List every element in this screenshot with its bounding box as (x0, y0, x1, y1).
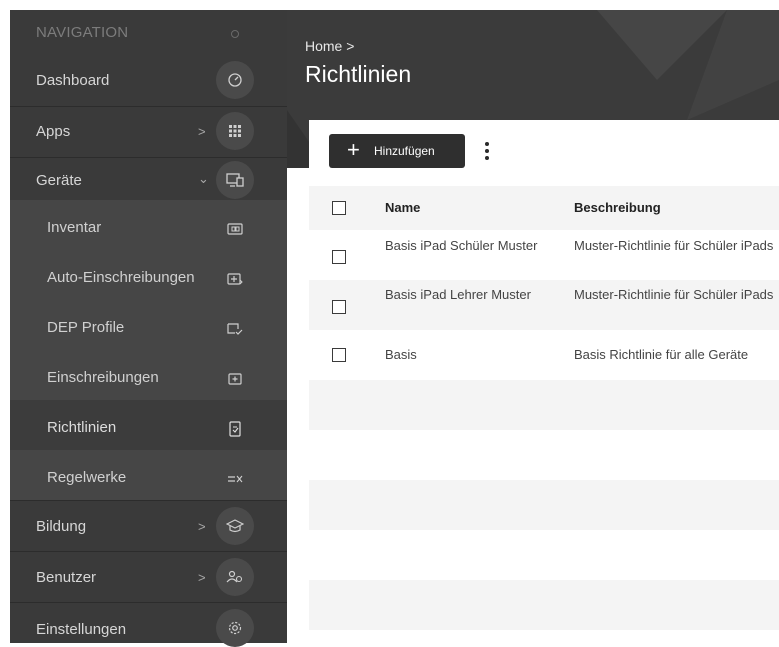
plus-icon: + (347, 137, 360, 162)
add-button[interactable]: + Hinzufügen (329, 134, 465, 168)
sidebar-item-apps[interactable]: Apps > (10, 107, 287, 157)
top-strip (0, 0, 779, 10)
sidebar-subitem-label: Regelwerke (47, 469, 127, 486)
chevron-down-icon: ⌄ (198, 171, 209, 186)
column-header-name[interactable]: Name (385, 199, 545, 216)
empty-row (309, 480, 779, 530)
chevron-right-icon: > (198, 570, 206, 585)
sidebar-subitem-label: Einschreibungen (47, 369, 159, 386)
sidebar-subitem-label: Auto-Einschreibungen (47, 269, 195, 286)
dep-profile-icon (216, 310, 254, 348)
gear-icon (216, 609, 254, 647)
sidebar-item-benutzer[interactable]: Benutzer > (10, 552, 287, 602)
policy-icon (216, 410, 254, 448)
breadcrumb[interactable]: Home > (305, 38, 354, 54)
empty-row (309, 580, 779, 630)
page-title: Richtlinien (305, 61, 412, 87)
users-icon (216, 558, 254, 596)
sidebar-subitem-label: DEP Profile (47, 319, 125, 336)
more-options-icon[interactable] (479, 136, 495, 166)
cell-name: Basis iPad Schüler Muster (385, 238, 538, 253)
row-checkbox[interactable] (332, 300, 346, 314)
row-checkbox[interactable] (332, 348, 346, 362)
column-header-description[interactable]: Beschreibung (574, 199, 779, 216)
cell-name: Basis (385, 347, 417, 362)
sidebar-item-geraete[interactable]: Geräte ⌄ (10, 158, 287, 200)
sidebar-item-label: Apps (36, 123, 71, 140)
empty-row (309, 380, 779, 430)
cell-name: Basis iPad Lehrer Muster (385, 287, 531, 302)
row-checkbox[interactable] (332, 250, 346, 264)
chevron-right-icon: > (198, 519, 206, 534)
sidebar-item-einstellungen[interactable]: Einstellungen (10, 603, 287, 647)
policy-list-card: + Hinzufügen Name Beschreibung Basis iPa… (309, 120, 779, 643)
sidebar-item-label: Benutzer (36, 569, 97, 586)
cell-description: Muster-Richtlinie für Schüler iPads (574, 238, 774, 253)
add-button-label: Hinzufügen (374, 144, 435, 158)
sidebar-subitem-dep-profile[interactable]: DEP Profile (10, 300, 287, 350)
empty-row (309, 430, 779, 480)
sidebar-subitem-richtlinien[interactable]: Richtlinien (10, 400, 287, 450)
sidebar-item-bildung[interactable]: Bildung > (10, 501, 287, 551)
sidebar-title: NAVIGATION (36, 24, 129, 41)
sidebar-header: NAVIGATION (10, 10, 287, 56)
inventory-icon (216, 210, 254, 248)
sidebar-subitem-inventar[interactable]: Inventar (10, 200, 287, 250)
gauge-icon (216, 61, 254, 99)
sidebar: NAVIGATION Dashboard Apps > Geräte ⌄ Inv (10, 10, 287, 647)
sidebar-item-label: Geräte (36, 172, 82, 189)
cell-description: Basis Richtlinie für alle Geräte (574, 347, 749, 362)
main-content: Home > Richtlinien + Hinzufügen Name Bes… (287, 10, 779, 643)
table-row[interactable]: Basis iPad Lehrer Muster Muster-Richtlin… (309, 280, 779, 330)
sidebar-subitem-regelwerke[interactable]: Regelwerke (10, 450, 287, 500)
sidebar-item-dashboard[interactable]: Dashboard (10, 56, 287, 106)
select-all-checkbox[interactable] (332, 201, 346, 215)
pin-toggle-icon[interactable] (231, 30, 239, 38)
sidebar-subitem-auto-einschreibungen[interactable]: Auto-Einschreibungen (10, 250, 287, 300)
graduation-cap-icon (216, 507, 254, 545)
devices-icon (216, 161, 254, 199)
empty-row (309, 530, 779, 580)
sidebar-subitem-label: Inventar (47, 219, 102, 236)
table-row[interactable]: Basis iPad Schüler Muster Muster-Richtli… (309, 230, 779, 280)
toolbar: + Hinzufügen (309, 120, 779, 186)
auto-enroll-icon (216, 260, 254, 298)
sidebar-subitem-label: Richtlinien (47, 419, 117, 436)
grid-icon (216, 112, 254, 150)
sidebar-item-label: Bildung (36, 518, 87, 535)
enrollment-icon (216, 360, 254, 398)
sidebar-item-label: Einstellungen (36, 621, 127, 638)
ruleset-icon (216, 460, 254, 498)
table-row[interactable]: Basis Basis Richtlinie für alle Geräte (309, 330, 779, 380)
cell-description: Muster-Richtlinie für Schüler iPads (574, 287, 774, 302)
table-header-row: Name Beschreibung (309, 186, 779, 230)
sidebar-item-label: Dashboard (36, 72, 110, 89)
chevron-right-icon: > (198, 124, 206, 139)
sidebar-subitem-einschreibungen[interactable]: Einschreibungen (10, 350, 287, 400)
